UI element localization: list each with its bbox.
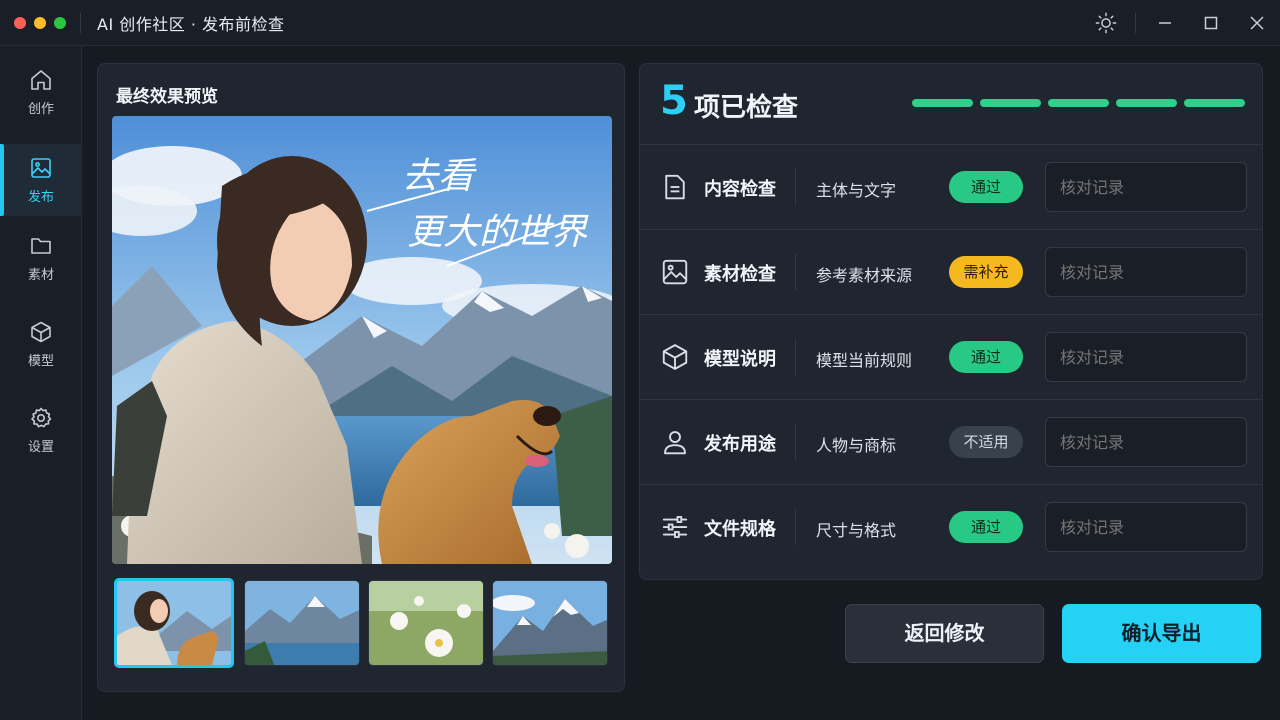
- progress-segment: [1048, 99, 1109, 107]
- gear-icon: [31, 407, 52, 427]
- preview-title: 最终效果预览: [116, 87, 218, 107]
- sidebar: 创作 发布 素材 模型 设置: [0, 46, 82, 720]
- sliders-icon: [660, 512, 690, 542]
- home-icon: [31, 69, 51, 90]
- divider: [795, 339, 796, 375]
- sidebar-item-label: 创作: [27, 101, 54, 117]
- record-input[interactable]: [1045, 417, 1247, 467]
- status-badge: 需补充: [949, 256, 1023, 288]
- checked-count: 5: [660, 78, 688, 124]
- check-description: 主体与文字: [816, 181, 897, 200]
- close-icon[interactable]: [1234, 0, 1280, 46]
- progress-segment: [1116, 99, 1177, 107]
- status-badge: 通过: [949, 171, 1023, 203]
- check-row-content: 内容检查 主体与文字 通过: [640, 144, 1262, 229]
- overlay-text-line2: 更大的世界: [407, 212, 589, 253]
- title-bar: AI 创作社区 · 发布前检查: [0, 0, 1280, 46]
- sidebar-item-label: 模型: [27, 353, 54, 369]
- progress-segment: [912, 99, 973, 107]
- main-preview-image: 去看 更大的世界: [112, 116, 612, 564]
- sidebar-item-assets[interactable]: 素材: [0, 222, 82, 294]
- check-name: 内容检查: [704, 179, 776, 200]
- sidebar-item-label: 素材: [27, 267, 54, 283]
- divider: [795, 169, 796, 205]
- sidebar-item-label: 发布: [27, 189, 54, 205]
- check-name: 文件规格: [704, 519, 776, 540]
- check-row-model: 模型说明 模型当前规则 通过: [640, 314, 1262, 399]
- sidebar-item-publish[interactable]: 发布: [0, 144, 82, 216]
- preview-panel: 最终效果预览 去看 更大的世界: [97, 63, 625, 692]
- record-input[interactable]: [1045, 332, 1247, 382]
- overlay-text-line1: 去看: [402, 156, 477, 197]
- status-badge: 通过: [949, 341, 1023, 373]
- check-row-usage: 发布用途 人物与商标 不适用: [640, 399, 1262, 484]
- sidebar-item-create[interactable]: 创作: [0, 56, 82, 128]
- progress-segment: [980, 99, 1041, 107]
- check-row-assets: 素材检查 参考素材来源 需补充: [640, 229, 1262, 314]
- record-input[interactable]: [1045, 502, 1247, 552]
- image-icon: [660, 257, 690, 287]
- divider: [795, 424, 796, 460]
- thumbnail-lake-mountains[interactable]: [244, 580, 360, 666]
- check-row-file-spec: 文件规格 尺寸与格式 通过: [640, 484, 1262, 569]
- image-icon: [31, 157, 51, 178]
- minimize-dot[interactable]: [34, 16, 46, 29]
- window-title: AI 创作社区 · 发布前检查: [97, 14, 285, 34]
- divider: [795, 509, 796, 545]
- document-icon: [660, 172, 690, 202]
- sidebar-item-models[interactable]: 模型: [0, 308, 82, 380]
- progress-segments: [912, 99, 1245, 107]
- divider: [1135, 13, 1136, 33]
- progress-segment: [1184, 99, 1245, 107]
- sidebar-item-settings[interactable]: 设置: [0, 394, 82, 466]
- check-name: 模型说明: [704, 349, 776, 370]
- title-bar-actions: [1083, 0, 1280, 46]
- record-input[interactable]: [1045, 247, 1247, 297]
- checked-count-label: 项已检查: [694, 93, 799, 123]
- status-badge: 不适用: [949, 426, 1023, 458]
- thumbnail-white-flowers[interactable]: [368, 580, 484, 666]
- close-dot[interactable]: [14, 16, 26, 29]
- thumbnail-snow-peaks[interactable]: [492, 580, 608, 666]
- sidebar-item-label: 设置: [27, 439, 54, 455]
- sun-icon[interactable]: [1083, 0, 1129, 46]
- check-description: 参考素材来源: [816, 266, 913, 285]
- maximize-icon[interactable]: [1188, 0, 1234, 46]
- check-description: 模型当前规则: [816, 351, 913, 370]
- record-input[interactable]: [1045, 162, 1247, 212]
- divider: [795, 254, 796, 290]
- check-description: 尺寸与格式: [816, 521, 897, 540]
- confirm-export-button[interactable]: 确认导出: [1062, 604, 1261, 663]
- check-name: 发布用途: [704, 434, 776, 455]
- minimize-icon[interactable]: [1142, 0, 1188, 46]
- back-to-edit-button[interactable]: 返回修改: [845, 604, 1044, 663]
- thumbnail-strip: [114, 578, 610, 668]
- check-description: 人物与商标: [816, 436, 897, 455]
- status-badge: 通过: [949, 511, 1023, 543]
- cube-icon: [660, 342, 690, 372]
- folder-icon: [31, 237, 51, 254]
- thumbnail-girl-and-dog[interactable]: [114, 578, 234, 668]
- check-name: 素材检查: [704, 264, 776, 285]
- cube-icon: [31, 321, 51, 342]
- zoom-dot[interactable]: [54, 16, 66, 29]
- divider: [80, 12, 81, 33]
- window-controls: [14, 16, 66, 29]
- user-icon: [660, 427, 690, 457]
- check-panel: 5 项已检查 内容检查 主体与文字 通过 素材检查 参考素材来源 需补充: [639, 63, 1263, 580]
